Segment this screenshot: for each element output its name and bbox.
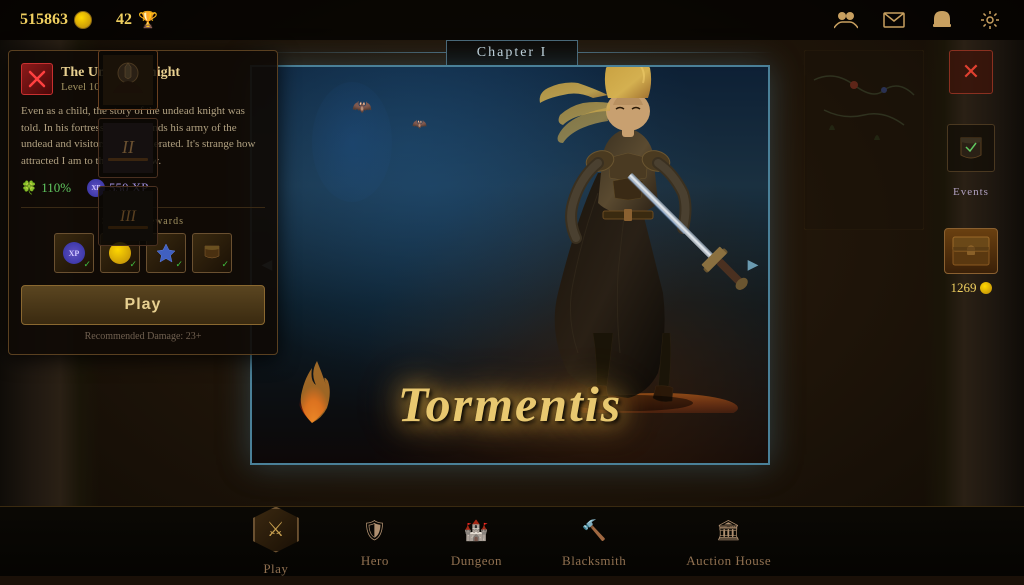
warrior-svg bbox=[498, 65, 758, 413]
trophy-currency: 42 🏆 bbox=[116, 10, 158, 30]
chest-count: 1269 bbox=[951, 280, 992, 296]
reward-xp: XP ✓ bbox=[54, 233, 94, 273]
nav-play-label: Play bbox=[263, 561, 288, 577]
level-thumb-2[interactable]: II bbox=[98, 118, 158, 178]
luck-value: 110% bbox=[41, 180, 71, 196]
level-thumb-1[interactable] bbox=[98, 50, 158, 110]
reward-item-2: ✓ bbox=[192, 233, 232, 273]
helmet-icon[interactable] bbox=[928, 6, 956, 34]
nav-item-hero[interactable]: 🛡 Hero bbox=[329, 507, 421, 577]
nav-item-dungeon[interactable]: 🏰 Dungeon bbox=[421, 507, 532, 577]
recommended-damage: Recommended Damage: 23+ bbox=[21, 331, 265, 342]
dungeon-nav-icon: 🏰 bbox=[460, 515, 492, 547]
trophy-icon: 🏆 bbox=[138, 10, 158, 30]
chest-coin-icon bbox=[980, 282, 992, 294]
events-icon bbox=[956, 133, 986, 163]
reward-item-2-check: ✓ bbox=[221, 259, 229, 270]
close-icon: ✕ bbox=[962, 59, 980, 85]
nav-item-auction[interactable]: 🏛 Auction House bbox=[656, 507, 801, 577]
game-image: 🦇 🦇 bbox=[250, 65, 770, 465]
play-nav-icon: ⚔ bbox=[253, 507, 299, 553]
nav-dungeon-label: Dungeon bbox=[451, 553, 502, 569]
nav-item-play[interactable]: ⚔ Play bbox=[223, 499, 329, 585]
events-label: Events bbox=[953, 186, 989, 198]
trophy-amount: 42 bbox=[116, 11, 132, 29]
mail-icon[interactable] bbox=[880, 6, 908, 34]
reward-xp-icon: XP bbox=[63, 242, 85, 264]
gold-coin-icon bbox=[74, 11, 92, 29]
nav-hero-label: Hero bbox=[361, 553, 389, 569]
luck-stat: 🍀 110% bbox=[21, 180, 71, 196]
nav-auction-label: Auction House bbox=[686, 553, 771, 569]
gold-amount: 515863 bbox=[20, 11, 68, 29]
blacksmith-nav-icon: 🔨 bbox=[578, 515, 610, 547]
chest-section: 1269 bbox=[944, 228, 998, 296]
svg-text:III: III bbox=[119, 208, 137, 225]
reward-item-2-icon bbox=[201, 242, 223, 264]
right-map-decoration bbox=[804, 50, 924, 230]
auction-nav-icon: 🏛 bbox=[713, 515, 745, 547]
settings-icon[interactable] bbox=[976, 6, 1004, 34]
level-thumb-3[interactable]: III bbox=[98, 186, 158, 246]
friends-icon[interactable] bbox=[832, 6, 860, 34]
play-quest-button[interactable]: Play bbox=[21, 285, 265, 325]
bat-2: 🦇 bbox=[412, 117, 427, 132]
game-title: Tormentis bbox=[398, 375, 623, 433]
topbar-right bbox=[832, 6, 1004, 34]
gold-currency: 515863 bbox=[20, 11, 92, 29]
reward-item-1-icon bbox=[155, 242, 177, 264]
reward-gold-check: ✓ bbox=[129, 259, 137, 270]
level-thumbnails: II III bbox=[98, 50, 158, 246]
nav-blacksmith-label: Blacksmith bbox=[562, 553, 626, 569]
clover-icon: 🍀 bbox=[21, 180, 37, 196]
reward-xp-check: ✓ bbox=[83, 259, 91, 270]
reward-item-1-check: ✓ bbox=[175, 259, 183, 270]
events-icon-container[interactable] bbox=[947, 124, 995, 172]
nav-item-blacksmith[interactable]: 🔨 Blacksmith bbox=[532, 507, 656, 577]
chapter-frame: Chapter I 🦇 🦇 bbox=[250, 40, 774, 465]
chest-count-value: 1269 bbox=[951, 280, 977, 296]
close-button[interactable]: ✕ bbox=[949, 50, 993, 94]
chapter-label: Chapter I bbox=[477, 45, 547, 60]
bottom-navigation: ⚔ Play 🛡 Hero 🏰 Dungeon 🔨 Blacksmith 🏛 A… bbox=[0, 506, 1024, 576]
topbar-left: 515863 42 🏆 bbox=[20, 10, 158, 30]
chest-icon[interactable] bbox=[944, 228, 998, 274]
quest-icon bbox=[21, 63, 53, 95]
bat-1: 🦇 bbox=[352, 97, 372, 117]
next-chapter-arrow[interactable]: ► bbox=[744, 255, 762, 276]
svg-text:II: II bbox=[121, 137, 135, 157]
hero-nav-icon: 🛡 bbox=[359, 515, 391, 547]
topbar: 515863 42 🏆 bbox=[0, 0, 1024, 40]
right-panel: ✕ Events 1269 bbox=[926, 50, 1016, 296]
chapter-title-bar: Chapter I bbox=[446, 40, 578, 65]
